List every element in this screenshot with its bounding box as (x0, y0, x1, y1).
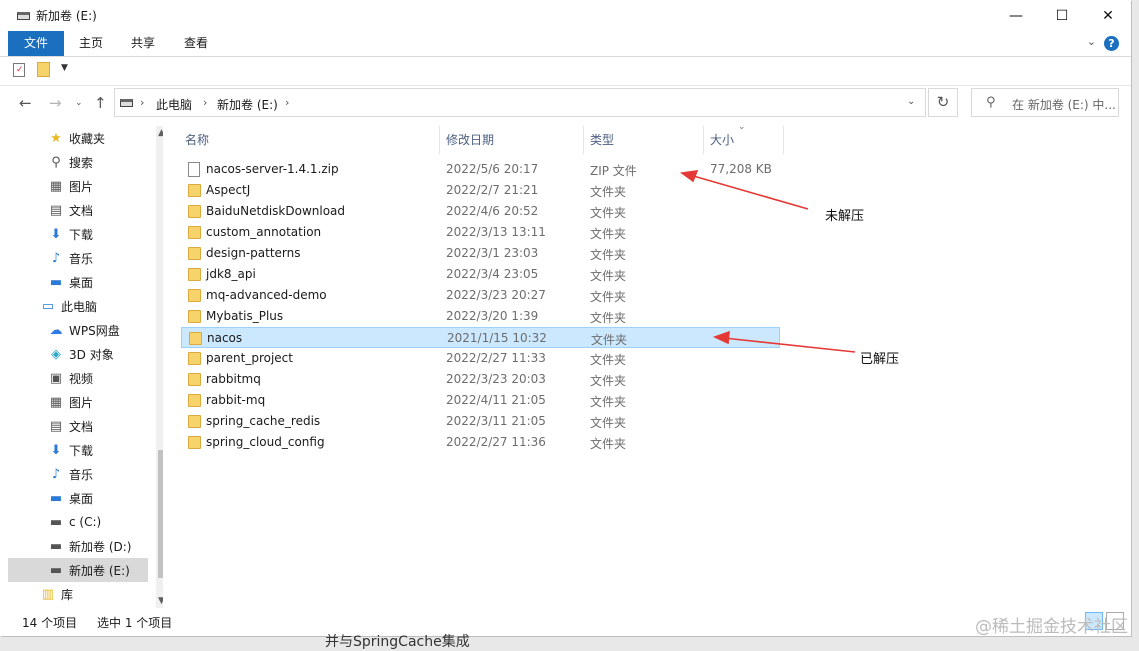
annotation-extracted: 已解压 (860, 352, 900, 367)
arrow-unzipped-yes (723, 337, 856, 353)
arrow-unzipped-no (689, 174, 809, 210)
arrow-head (712, 330, 730, 345)
background-page-text: 并与SpringCache集成 (325, 634, 470, 650)
annotation-arrows (679, 170, 856, 353)
annotation-not-extracted: 未解压 (825, 209, 865, 224)
watermark: @稀土掘金技术社区 (975, 617, 1128, 637)
arrow-head (679, 170, 699, 183)
